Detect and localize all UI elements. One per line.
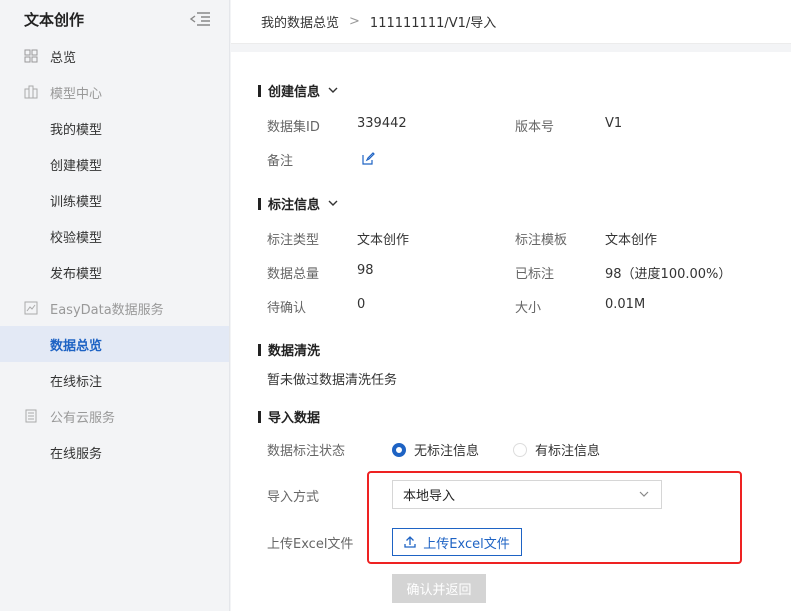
chevron-down-icon[interactable] — [328, 87, 338, 94]
note-label: 备注 — [267, 154, 294, 169]
total-value: 98 — [357, 263, 374, 278]
sidebar-item-0[interactable]: 总览 — [0, 38, 229, 74]
sidebar-item-2[interactable]: 我的模型 — [0, 110, 229, 146]
section-title-cleaning: 数据清洗 — [268, 344, 321, 359]
cleaning-text: 暂未做过数据清洗任务 — [267, 373, 398, 388]
sidebar-item-11[interactable]: 在线服务 — [0, 434, 229, 470]
sidebar-item-label: 训练模型 — [50, 194, 103, 210]
radio-unchecked-icon[interactable] — [513, 442, 527, 457]
section-import: 导入数据 — [258, 407, 320, 426]
section-bar — [258, 343, 261, 356]
sidebar-item-6[interactable]: 发布模型 — [0, 254, 229, 290]
total-label: 数据总量 — [267, 267, 320, 282]
size-label: 大小 — [515, 301, 542, 316]
section-title-import: 导入数据 — [268, 411, 321, 426]
upload-excel-button[interactable]: 上传Excel文件 — [392, 528, 522, 556]
chevron-down-icon — [639, 491, 649, 497]
radio-with-annotation-label: 有标注信息 — [535, 444, 601, 459]
sidebar-item-10[interactable]: 公有云服务 — [0, 398, 229, 434]
import-method-select[interactable]: 本地导入 — [392, 480, 662, 509]
version-label: 版本号 — [515, 120, 555, 135]
section-bar — [258, 410, 261, 423]
section-annotation-info[interactable]: 标注信息 — [258, 194, 338, 213]
grid-icon — [24, 49, 38, 63]
sidebar-item-label: 总览 — [50, 50, 77, 66]
collapse-menu-icon[interactable] — [189, 12, 211, 26]
sidebar-item-label: 模型中心 — [50, 86, 103, 102]
sidebar-item-8[interactable]: 数据总览 — [0, 326, 229, 362]
sidebar-item-9[interactable]: 在线标注 — [0, 362, 229, 398]
sidebar-item-7[interactable]: EasyData数据服务 — [0, 290, 229, 326]
sidebar-item-label: 在线服务 — [50, 446, 103, 462]
labeled-value: 98（进度100.00%） — [605, 267, 732, 282]
section-bar — [258, 197, 261, 210]
radio-no-annotation[interactable]: 无标注信息 — [392, 440, 479, 459]
chevron-down-icon[interactable] — [328, 200, 338, 207]
import-method-value: 本地导入 — [403, 489, 456, 504]
breadcrumb-home[interactable]: 我的数据总览 — [261, 12, 339, 31]
chart-icon — [24, 301, 38, 315]
annotation-type-label: 标注类型 — [267, 233, 320, 248]
pending-label: 待确认 — [267, 301, 307, 316]
section-cleaning: 数据清洗 — [258, 340, 320, 359]
sidebar-item-label: EasyData数据服务 — [50, 302, 164, 318]
section-bar — [258, 84, 261, 97]
upload-icon — [404, 536, 416, 548]
sidebar-item-label: 在线标注 — [50, 374, 103, 390]
sidebar-item-4[interactable]: 训练模型 — [0, 182, 229, 218]
sidebar: 文本创作 总览模型中心我的模型创建模型训练模型校验模型发布模型 EasyData数… — [0, 0, 230, 611]
app-title: 文本创作 — [24, 10, 85, 29]
section-title-annotation: 标注信息 — [268, 198, 321, 213]
size-value: 0.01M — [605, 297, 646, 312]
upload-excel-label: 上传Excel文件 — [267, 537, 354, 552]
sidebar-item-1[interactable]: 模型中心 — [0, 74, 229, 110]
section-title-create: 创建信息 — [268, 85, 321, 100]
sidebar-item-label: 校验模型 — [50, 230, 103, 246]
annotation-status-label: 数据标注状态 — [267, 444, 346, 459]
dataset-id-label: 数据集ID — [267, 120, 320, 135]
sidebar-menu: 总览模型中心我的模型创建模型训练模型校验模型发布模型 EasyData数据服务 数据… — [0, 38, 229, 470]
upload-excel-button-label: 上传Excel文件 — [423, 536, 510, 552]
breadcrumb-separator: > — [349, 14, 360, 29]
sidebar-header: 文本创作 — [0, 0, 229, 38]
breadcrumb: 我的数据总览 > 111111111/V1/导入 — [231, 0, 791, 44]
annotation-template-label: 标注模板 — [515, 233, 568, 248]
confirm-return-button[interactable]: 确认并返回 — [392, 574, 486, 603]
import-method-label: 导入方式 — [267, 490, 320, 505]
sidebar-item-label: 公有云服务 — [50, 410, 116, 426]
edit-icon[interactable] — [362, 152, 375, 165]
version-value: V1 — [605, 116, 623, 131]
labeled-label: 已标注 — [515, 267, 555, 282]
section-create-info[interactable]: 创建信息 — [258, 81, 338, 100]
sidebar-item-label: 创建模型 — [50, 158, 103, 174]
annotation-template-value: 文本创作 — [605, 233, 658, 248]
sidebar-item-3[interactable]: 创建模型 — [0, 146, 229, 182]
sidebar-item-label: 我的模型 — [50, 122, 103, 138]
radio-with-annotation[interactable]: 有标注信息 — [513, 440, 600, 459]
dataset-id-value: 339442 — [357, 116, 407, 131]
main-content: 创建信息 数据集ID 339442 版本号 V1 备注 标注信息 标注类型 文本… — [231, 52, 791, 611]
radio-checked-icon[interactable] — [392, 442, 406, 457]
sidebar-item-label: 发布模型 — [50, 266, 103, 282]
breadcrumb-current: 111111111/V1/导入 — [369, 16, 497, 31]
sidebar-item-5[interactable]: 校验模型 — [0, 218, 229, 254]
cube-icon — [24, 85, 38, 99]
server-icon — [25, 409, 37, 423]
annotation-type-value: 文本创作 — [357, 233, 410, 248]
sidebar-item-label: 数据总览 — [50, 338, 103, 354]
radio-no-annotation-label: 无标注信息 — [414, 444, 480, 459]
pending-value: 0 — [357, 297, 366, 312]
